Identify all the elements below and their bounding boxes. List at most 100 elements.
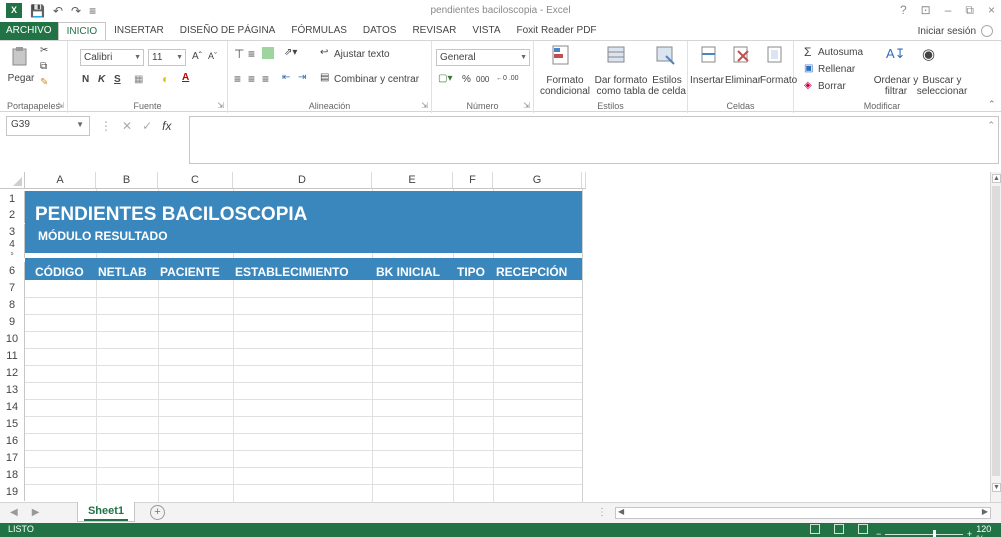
tab-insert[interactable]: INSERTAR <box>106 22 172 40</box>
row-header-16[interactable]: 16 <box>0 433 25 450</box>
tab-file[interactable]: ARCHIVO <box>0 22 58 40</box>
cut-icon[interactable]: ✂ <box>40 45 48 56</box>
merge-center-button[interactable]: Combinar y centrar <box>334 74 419 85</box>
italic-button[interactable]: K <box>98 74 105 85</box>
clipboard-launcher-icon[interactable]: ⇲ <box>57 101 64 110</box>
tab-split-handle[interactable]: ⋮ <box>597 507 607 518</box>
cell-styles-icon[interactable] <box>654 44 676 66</box>
font-name-select[interactable]: Calibri ▼ <box>80 49 144 66</box>
zoom-slider[interactable] <box>885 529 963 537</box>
underline-button[interactable]: S <box>114 74 121 85</box>
orientation-icon[interactable]: ⇗▾ <box>284 47 297 58</box>
vertical-scroll-thumb[interactable] <box>992 186 1000 476</box>
row-header-12[interactable]: 12 <box>0 365 25 382</box>
ribbon-display-icon[interactable]: ⊡ <box>921 3 931 18</box>
number-format-select[interactable]: General ▼ <box>436 49 530 66</box>
align-bottom-icon[interactable] <box>262 47 274 59</box>
find-select-icon[interactable]: ◉ <box>922 45 935 63</box>
format-painter-icon[interactable]: ✎ <box>40 77 48 88</box>
font-color-icon[interactable]: A <box>182 72 189 83</box>
bold-button[interactable]: N <box>82 74 89 85</box>
borders-icon[interactable]: ▦ <box>134 74 143 85</box>
confirm-entry-icon[interactable]: ✓ <box>142 119 152 133</box>
row-header-5[interactable]: 5 <box>0 252 25 258</box>
fill-color-icon[interactable]: ◐ <box>162 72 169 86</box>
grow-font-icon[interactable]: Aˆ <box>192 51 202 62</box>
delete-cells-icon[interactable] <box>730 44 752 66</box>
row-header-2[interactable]: 2 <box>0 207 25 223</box>
vertical-scrollbar[interactable]: ▲ ▼ <box>990 172 1001 502</box>
tab-data[interactable]: DATOS <box>355 22 405 40</box>
row-header-4[interactable]: 4 <box>0 240 25 252</box>
paste-icon[interactable] <box>10 45 32 67</box>
row-header-13[interactable]: 13 <box>0 382 25 399</box>
tab-home[interactable]: INICIO <box>57 21 107 41</box>
horizontal-scrollbar[interactable]: ◀ ▶ <box>615 507 991 519</box>
row-header-17[interactable]: 17 <box>0 450 25 467</box>
column-header-b[interactable]: B <box>96 172 158 189</box>
page-break-view-icon[interactable] <box>858 524 868 534</box>
column-header-a[interactable]: A <box>25 172 96 189</box>
row-header-1[interactable]: 1 <box>0 191 25 207</box>
increase-indent-icon[interactable]: ⇥ <box>298 72 306 83</box>
formula-input[interactable] <box>189 116 999 164</box>
align-center-icon[interactable]: ≡ <box>248 72 255 86</box>
format-as-table-button[interactable]: Dar formato como tabla <box>594 75 648 97</box>
row-header-10[interactable]: 10 <box>0 331 25 348</box>
zoom-level[interactable]: 120 % <box>976 524 1001 537</box>
scroll-down-icon[interactable]: ▼ <box>992 483 1001 492</box>
align-top-icon[interactable]: ⊤ <box>234 47 244 61</box>
column-header-g[interactable]: G <box>493 172 582 189</box>
zoom-slider-knob[interactable] <box>933 529 937 537</box>
add-sheet-icon[interactable]: + <box>150 505 165 520</box>
zoom-out-icon[interactable]: − <box>876 529 881 537</box>
wrap-text-button[interactable]: Ajustar texto <box>334 49 390 60</box>
tab-formulas[interactable]: FÓRMULAS <box>283 22 355 40</box>
normal-view-icon[interactable] <box>810 524 820 534</box>
close-icon[interactable]: × <box>988 3 995 18</box>
column-header-c[interactable]: C <box>158 172 233 189</box>
insert-button[interactable]: Insertar <box>688 75 726 86</box>
insert-function-icon[interactable]: fx <box>162 119 171 133</box>
row-header-14[interactable]: 14 <box>0 399 25 416</box>
horizontal-scroll-thumb[interactable] <box>626 509 972 517</box>
fill-button[interactable]: Rellenar <box>818 64 855 75</box>
cell-styles-button[interactable]: Estilos de celda <box>646 75 688 97</box>
autosum-icon[interactable]: Σ <box>804 45 811 59</box>
find-select-button[interactable]: Buscar y seleccionar <box>914 75 970 97</box>
format-button[interactable]: Formato <box>760 75 797 86</box>
copy-icon[interactable]: ⧉ <box>40 61 47 72</box>
name-box[interactable]: G39 ▼ <box>6 116 90 136</box>
align-right-icon[interactable]: ≡ <box>262 72 269 86</box>
spreadsheet-grid[interactable]: A B C D E F G 1 2 3 4 5 6 7 8 9 10 11 12… <box>0 172 990 502</box>
font-size-select[interactable]: 11 ▼ <box>148 49 186 66</box>
align-left-icon[interactable]: ≡ <box>234 72 241 86</box>
insert-cells-icon[interactable] <box>698 44 720 66</box>
shrink-font-icon[interactable]: Aˇ <box>208 51 217 61</box>
tab-review[interactable]: REVISAR <box>404 22 464 40</box>
clear-button[interactable]: Borrar <box>818 81 846 92</box>
number-launcher-icon[interactable]: ⇲ <box>523 101 530 110</box>
row-header-3[interactable]: 3 <box>0 224 25 240</box>
column-header-d[interactable]: D <box>233 172 372 189</box>
increase-decimal-button[interactable]: ←0 .00 <box>496 75 519 82</box>
column-header-f[interactable]: F <box>453 172 493 189</box>
row-header-9[interactable]: 9 <box>0 314 25 331</box>
align-middle-icon[interactable]: ≡ <box>248 47 255 61</box>
expand-formula-bar-icon[interactable]: ⌃ <box>987 120 995 131</box>
collapse-ribbon-icon[interactable]: ⌃ <box>988 99 996 110</box>
next-sheet-icon[interactable]: ▶ <box>32 507 40 518</box>
decrease-indent-icon[interactable]: ⇤ <box>282 72 290 83</box>
select-all-corner[interactable] <box>0 172 25 189</box>
row-header-19[interactable]: 19 <box>0 484 25 501</box>
tab-page-layout[interactable]: DISEÑO DE PÁGINA <box>172 22 284 40</box>
merge-center-icon[interactable]: ▤ <box>320 72 329 83</box>
wrap-text-icon[interactable]: ↩ <box>320 47 328 58</box>
zoom-in-icon[interactable]: + <box>967 529 972 537</box>
restore-icon[interactable]: ⧉ <box>965 3 974 18</box>
row-header-15[interactable]: 15 <box>0 416 25 433</box>
delete-button[interactable]: Eliminar <box>724 75 762 86</box>
scroll-left-icon[interactable]: ◀ <box>618 507 624 516</box>
thousands-button[interactable]: 000 <box>476 75 489 84</box>
row-header-8[interactable]: 8 <box>0 297 25 314</box>
